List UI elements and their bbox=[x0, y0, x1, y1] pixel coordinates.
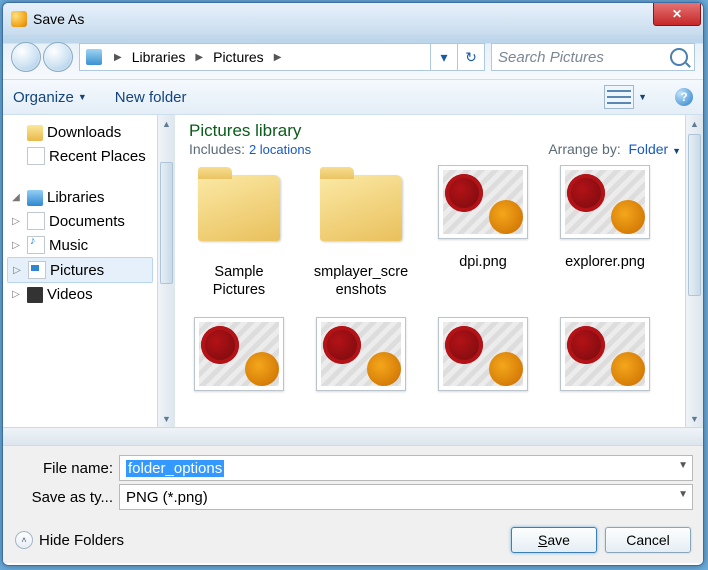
chevron-down-icon[interactable]: ▼ bbox=[678, 460, 688, 471]
save-button[interactable]: Save bbox=[511, 527, 597, 553]
sidebar-item-recent[interactable]: Recent Places bbox=[7, 144, 157, 168]
image-thumbnail bbox=[194, 317, 284, 391]
scroll-up-icon[interactable]: ▲ bbox=[686, 115, 703, 132]
sidebar-item-documents[interactable]: ▷ Documents bbox=[7, 209, 157, 233]
hide-folders-button[interactable]: ˄ Hide Folders bbox=[15, 531, 124, 549]
close-button[interactable]: ✕ bbox=[653, 2, 701, 26]
help-button[interactable]: ? bbox=[675, 88, 693, 106]
save-as-dialog: Save As ✕ ▶ Libraries ▶ Pictures ▶ ▾ ↻ S… bbox=[2, 2, 704, 566]
nav-row: ▶ Libraries ▶ Pictures ▶ ▾ ↻ Search Pict… bbox=[3, 35, 703, 79]
scroll-thumb[interactable] bbox=[160, 162, 173, 284]
sidebar-scrollbar[interactable]: ▲ ▼ bbox=[157, 115, 175, 427]
scroll-up-icon[interactable]: ▲ bbox=[158, 115, 175, 132]
chevron-right-icon[interactable]: ▶ bbox=[108, 52, 128, 63]
scroll-thumb[interactable] bbox=[688, 134, 701, 296]
filename-input[interactable]: folder_options ▼ bbox=[119, 455, 693, 481]
sidebar-item-music[interactable]: ▷ Music bbox=[7, 233, 157, 257]
videos-icon bbox=[27, 287, 43, 303]
forward-button[interactable] bbox=[43, 42, 73, 72]
view-menu[interactable]: ▼ bbox=[604, 85, 647, 109]
search-placeholder: Search Pictures bbox=[498, 49, 604, 66]
breadcrumb-dropdown[interactable]: ▾ bbox=[430, 44, 457, 70]
expand-icon[interactable]: ▷ bbox=[10, 265, 24, 276]
image-thumbnail bbox=[560, 317, 650, 391]
collapse-icon[interactable]: ◢ bbox=[9, 192, 23, 203]
sidebar-item-libraries[interactable]: ◢ Libraries bbox=[7, 186, 157, 209]
sidebar-item-pictures[interactable]: ▷ Pictures bbox=[7, 257, 153, 283]
folder-icon bbox=[320, 175, 402, 241]
image-thumbnail bbox=[438, 165, 528, 239]
includes-label: Includes: bbox=[189, 141, 245, 157]
expand-icon[interactable]: ▷ bbox=[9, 216, 23, 227]
recent-icon bbox=[27, 147, 45, 165]
library-title: Pictures library bbox=[189, 121, 311, 141]
chevron-right-icon[interactable]: ▶ bbox=[189, 52, 209, 63]
content-pane: Pictures library Includes: 2 locations A… bbox=[175, 115, 685, 427]
expand-icon[interactable]: ▷ bbox=[9, 289, 23, 300]
back-button[interactable] bbox=[11, 42, 41, 72]
filetype-select[interactable]: PNG (*.png) ▼ bbox=[119, 484, 693, 510]
image-thumbnail bbox=[316, 317, 406, 391]
content-scrollbar[interactable]: ▲ ▼ bbox=[685, 115, 703, 427]
toolbar: Organize ▼ New folder ▼ ? bbox=[3, 79, 703, 115]
scroll-down-icon[interactable]: ▼ bbox=[686, 410, 703, 427]
file-item[interactable]: dpi.png bbox=[433, 165, 533, 299]
search-input[interactable]: Search Pictures bbox=[491, 43, 695, 71]
close-icon: ✕ bbox=[672, 7, 682, 21]
folder-item[interactable]: Sample Pictures bbox=[189, 165, 289, 299]
window-title: Save As bbox=[33, 11, 84, 27]
pictures-icon bbox=[28, 261, 46, 279]
sidebar: Downloads Recent Places ◢ Libraries ▷ Do… bbox=[3, 115, 157, 427]
filename-label: File name: bbox=[13, 460, 119, 477]
chevron-down-icon: ▼ bbox=[638, 92, 647, 102]
scroll-down-icon[interactable]: ▼ bbox=[158, 410, 175, 427]
view-icon bbox=[604, 85, 634, 109]
image-thumbnail bbox=[438, 317, 528, 391]
horizontal-scrollbar[interactable] bbox=[3, 427, 703, 445]
chevron-down-icon: ▼ bbox=[78, 92, 87, 102]
libraries-icon bbox=[27, 190, 43, 206]
search-icon bbox=[670, 48, 688, 66]
expand-icon[interactable]: ▷ bbox=[9, 240, 23, 251]
title-bar[interactable]: Save As ✕ bbox=[3, 3, 703, 35]
file-item[interactable] bbox=[311, 317, 411, 405]
music-icon bbox=[27, 236, 45, 254]
folder-icon bbox=[27, 125, 43, 141]
organize-menu[interactable]: Organize ▼ bbox=[13, 89, 87, 106]
filetype-label: Save as ty... bbox=[13, 489, 119, 506]
sidebar-item-downloads[interactable]: Downloads bbox=[7, 121, 157, 144]
folder-icon bbox=[198, 175, 280, 241]
sidebar-item-videos[interactable]: ▷ Videos bbox=[7, 283, 157, 306]
chevron-right-icon[interactable]: ▶ bbox=[268, 52, 288, 63]
chevron-up-icon: ˄ bbox=[15, 531, 33, 549]
folder-item[interactable]: smplayer_screenshots bbox=[311, 165, 411, 299]
new-folder-button[interactable]: New folder bbox=[115, 89, 187, 106]
breadcrumb-item[interactable]: Libraries bbox=[128, 49, 190, 65]
file-item[interactable] bbox=[189, 317, 289, 405]
refresh-button[interactable]: ↻ bbox=[457, 44, 484, 70]
breadcrumb-item[interactable]: Pictures bbox=[209, 49, 268, 65]
footer: ˄ Hide Folders Save Cancel bbox=[3, 517, 703, 563]
chevron-down-icon[interactable]: ▼ bbox=[678, 489, 688, 500]
image-thumbnail bbox=[560, 165, 650, 239]
file-item[interactable]: explorer.png bbox=[555, 165, 655, 299]
file-item[interactable] bbox=[433, 317, 533, 405]
documents-icon bbox=[27, 212, 45, 230]
includes-link[interactable]: 2 locations bbox=[249, 142, 311, 157]
arrange-by-menu[interactable]: Arrange by: Folder ▼ bbox=[548, 141, 681, 157]
app-icon bbox=[11, 11, 27, 27]
cancel-button[interactable]: Cancel bbox=[605, 527, 691, 553]
file-item[interactable] bbox=[555, 317, 655, 405]
breadcrumb[interactable]: ▶ Libraries ▶ Pictures ▶ ▾ ↻ bbox=[79, 43, 485, 71]
items-grid[interactable]: Sample Pictures smplayer_screenshots dpi… bbox=[189, 165, 681, 405]
form-area: File name: folder_options ▼ Save as ty..… bbox=[3, 445, 703, 517]
location-icon bbox=[86, 49, 102, 65]
chevron-down-icon: ▼ bbox=[672, 146, 681, 156]
